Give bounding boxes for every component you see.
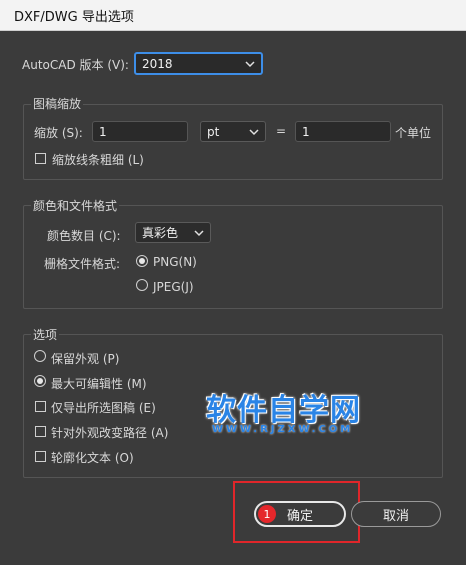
color-count-label: 颜色数目 (C): [47, 229, 121, 243]
alter-paths-checkbox[interactable] [35, 426, 46, 437]
raster-format-label: 栅格文件格式: [44, 257, 121, 271]
cancel-button-label: 取消 [382, 508, 409, 524]
chevron-down-icon [249, 128, 259, 135]
units-input[interactable]: 1 [295, 121, 391, 142]
autocad-version-value: 2018 [142, 56, 173, 71]
scale-lineweights-label: 缩放线条粗细 (L) [52, 153, 144, 167]
alter-paths-label: 针对外观改变路径 (A) [51, 426, 169, 440]
png-radio[interactable] [136, 255, 148, 267]
scale-input-value: 1 [99, 124, 107, 139]
units-input-value: 1 [302, 124, 310, 139]
color-count-select[interactable]: 真彩色 [135, 222, 211, 243]
jpeg-radio[interactable] [136, 279, 148, 291]
artwork-scaling-legend: 图稿缩放 [31, 95, 84, 112]
color-count-value: 真彩色 [142, 226, 179, 240]
outline-text-checkbox[interactable] [35, 451, 46, 462]
preserve-appearance-label: 保留外观 (P) [51, 352, 120, 366]
scale-lineweights-checkbox[interactable] [35, 153, 46, 164]
scale-input[interactable]: 1 [92, 121, 188, 142]
window-title: DXF/DWG 导出选项 [14, 9, 134, 25]
options-legend: 选项 [31, 326, 60, 343]
png-label: PNG(N) [153, 255, 197, 269]
export-selected-checkbox[interactable] [35, 401, 46, 412]
preserve-appearance-radio[interactable] [34, 350, 46, 362]
autocad-version-select[interactable]: 2018 [134, 52, 263, 75]
color-format-legend: 颜色和文件格式 [31, 197, 120, 214]
outline-text-label: 轮廓化文本 (O) [51, 451, 134, 465]
step-badge: 1 [258, 505, 276, 523]
title-bar: DXF/DWG 导出选项 [0, 0, 466, 31]
autocad-version-label: AutoCAD 版本 (V): [22, 58, 129, 72]
ok-button-label: 确定 [286, 508, 313, 524]
scale-label: 缩放 (S): [34, 126, 83, 140]
jpeg-label: JPEG(J) [153, 280, 194, 294]
artwork-scaling-group [23, 104, 443, 180]
chevron-down-icon [245, 60, 255, 67]
equals-sign: = [276, 124, 287, 138]
watermark-url: WWW.RJZXW.COM [212, 424, 354, 435]
chevron-down-icon [194, 229, 204, 236]
max-editability-radio[interactable] [34, 375, 46, 387]
unit-select[interactable]: pt [200, 121, 266, 142]
cancel-button[interactable]: 取消 [351, 501, 441, 527]
units-suffix: 个单位 [395, 126, 432, 140]
unit-select-value: pt [207, 124, 220, 139]
export-selected-label: 仅导出所选图稿 (E) [51, 401, 156, 415]
max-editability-label: 最大可编辑性 (M) [51, 377, 147, 391]
watermark-logo: 软件自学网 [206, 393, 361, 428]
step-badge-number: 1 [263, 507, 271, 521]
